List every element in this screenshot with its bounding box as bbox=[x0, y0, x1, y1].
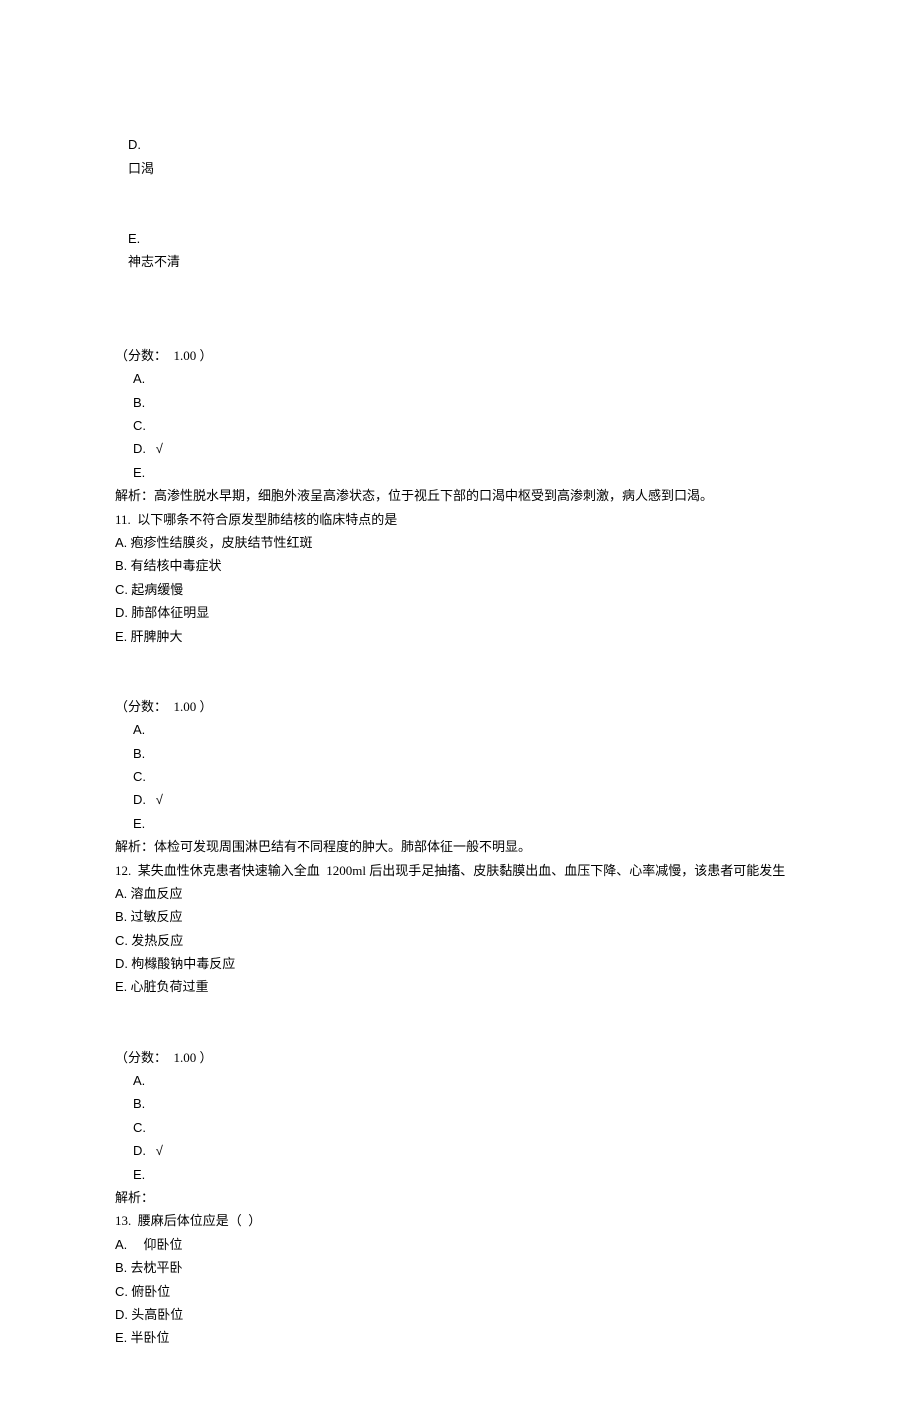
answer-e: E. bbox=[115, 812, 805, 835]
option-letter: D. bbox=[128, 137, 141, 152]
question-stem: 13. 腰麻后体位应是（ ） bbox=[115, 1209, 805, 1232]
blank-line bbox=[115, 1022, 805, 1045]
question-stem: 12. 某失血性休克患者快速输入全血 1200ml 后出现手足抽搐、皮肤黏膜出血… bbox=[115, 859, 805, 882]
option-e: E. 神志不清 bbox=[115, 204, 805, 298]
blank-line bbox=[115, 671, 805, 694]
option-c: C. 起病缓慢 bbox=[115, 578, 805, 601]
option-e: E. 肝脾肿大 bbox=[115, 625, 805, 648]
option-d: D. 口渴 bbox=[115, 110, 805, 204]
question-stem: 11. 以下哪条不符合原发型肺结核的临床特点的是 bbox=[115, 508, 805, 531]
question-12: 12. 某失血性休克患者快速输入全血 1200ml 后出现手足抽搐、皮肤黏膜出血… bbox=[115, 859, 805, 1210]
option-b: B. 去枕平卧 bbox=[115, 1256, 805, 1279]
answer-b: B. bbox=[115, 742, 805, 765]
answer-c: C. bbox=[115, 765, 805, 788]
option-d: D. 肺部体征明显 bbox=[115, 601, 805, 624]
option-d: D. 头高卧位 bbox=[115, 1303, 805, 1326]
blank-line bbox=[115, 297, 805, 320]
option-b: B. 有结核中毒症状 bbox=[115, 554, 805, 577]
explanation: 解析： bbox=[115, 1186, 805, 1209]
answer-e: E. bbox=[115, 1163, 805, 1186]
option-e: E. 心脏负荷过重 bbox=[115, 975, 805, 998]
question-13: 13. 腰麻后体位应是（ ） A. 仰卧位 B. 去枕平卧 C. 俯卧位 D. … bbox=[115, 1209, 805, 1349]
blank-line bbox=[115, 648, 805, 671]
option-letter: E. bbox=[128, 231, 140, 246]
answer-c: C. bbox=[115, 1116, 805, 1139]
explanation: 解析：高渗性脱水早期，细胞外液呈高渗状态，位于视丘下部的口渴中枢受到高渗刺激，病… bbox=[115, 484, 805, 507]
option-e: E. 半卧位 bbox=[115, 1326, 805, 1349]
answer-c: C. bbox=[115, 414, 805, 437]
option-c: C. 俯卧位 bbox=[115, 1280, 805, 1303]
question-10-tail: D. 口渴 E. 神志不清 （分数： 1.00 ） A. B. C. D. √ … bbox=[115, 110, 805, 508]
answer-b: B. bbox=[115, 391, 805, 414]
answer-d: D. √ bbox=[115, 1139, 805, 1162]
option-a: A. 疱疹性结膜炎，皮肤结节性红斑 bbox=[115, 531, 805, 554]
answer-b: B. bbox=[115, 1092, 805, 1115]
option-b: B. 过敏反应 bbox=[115, 905, 805, 928]
question-11: 11. 以下哪条不符合原发型肺结核的临床特点的是 A. 疱疹性结膜炎，皮肤结节性… bbox=[115, 508, 805, 859]
answer-e: E. bbox=[115, 461, 805, 484]
blank-line bbox=[115, 999, 805, 1022]
answer-d: D. √ bbox=[115, 437, 805, 460]
option-a: A. 仰卧位 bbox=[115, 1233, 805, 1256]
answer-a: A. bbox=[115, 718, 805, 741]
option-c: C. 发热反应 bbox=[115, 929, 805, 952]
option-text: 口渴 bbox=[128, 161, 154, 176]
score-line: （分数： 1.00 ） bbox=[115, 695, 805, 718]
explanation: 解析：体检可发现周围淋巴结有不同程度的肿大。肺部体征一般不明显。 bbox=[115, 835, 805, 858]
score-line: （分数： 1.00 ） bbox=[115, 344, 805, 367]
option-text: 神志不清 bbox=[128, 254, 180, 269]
option-a: A. 溶血反应 bbox=[115, 882, 805, 905]
answer-d: D. √ bbox=[115, 788, 805, 811]
score-line: （分数： 1.00 ） bbox=[115, 1046, 805, 1069]
answer-a: A. bbox=[115, 367, 805, 390]
answer-a: A. bbox=[115, 1069, 805, 1092]
blank-line bbox=[115, 321, 805, 344]
option-d: D. 枸橼酸钠中毒反应 bbox=[115, 952, 805, 975]
